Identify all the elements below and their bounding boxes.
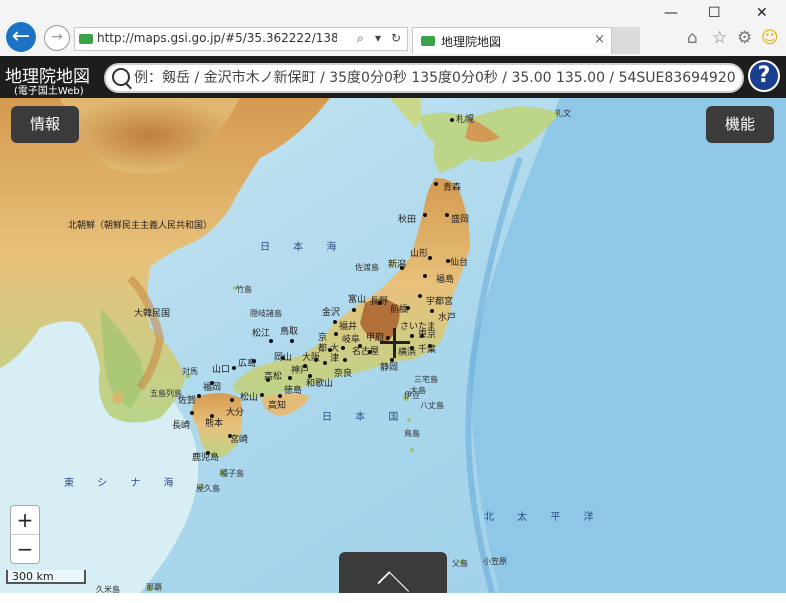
city-label-takamatsu: 高松	[264, 372, 283, 382]
city-label-kagoshima: 鹿児島	[192, 453, 220, 463]
city-label-kochi: 高知	[268, 401, 287, 411]
city-label-tottori: 鳥取	[280, 327, 299, 337]
city-label-yamaguchi: 山口	[212, 365, 231, 375]
forward-arrow-icon[interactable]: →	[44, 25, 70, 51]
sea-label-japan-sea: 日 本 海	[260, 242, 347, 253]
city-label-oita: 大分	[226, 408, 245, 418]
city-label-nagoya: 名古屋	[352, 347, 380, 357]
tab-close-icon[interactable]: ×	[594, 32, 605, 47]
refresh-icon[interactable]: ↻	[391, 31, 401, 45]
city-label-nara: 奈良	[334, 369, 353, 379]
map-center-crosshair-icon	[380, 328, 410, 358]
close-window-icon[interactable]: ✕	[756, 5, 768, 21]
minimize-icon[interactable]: —	[664, 5, 678, 21]
settings-gear-icon[interactable]: ⚙	[737, 28, 752, 48]
favorites-star-icon[interactable]: ☆	[712, 28, 727, 48]
home-icon[interactable]: ⌂	[687, 28, 698, 48]
country-label-japan: 日 本 国	[322, 412, 409, 423]
city-label-aomori: 青森	[443, 183, 462, 193]
label-ogasawara: 小笠原	[483, 557, 507, 566]
city-label-yamagata: 山形	[410, 249, 429, 259]
city-label-fukushima: 福島	[436, 275, 455, 285]
city-label-utsunomiya: 宇都宮	[426, 297, 454, 307]
city-label-matsue: 松江	[252, 329, 271, 339]
dropdown-icon[interactable]: ▾	[375, 31, 381, 45]
city-label-mito: 水戸	[438, 313, 457, 323]
city-label-kanazawa: 金沢	[322, 308, 341, 318]
zoom-out-button[interactable]: −	[11, 535, 39, 563]
site-favicon-icon	[79, 34, 93, 44]
zoom-control: + −	[10, 505, 40, 564]
map-canvas[interactable]: 日 本 海 日 本 国 東 シ ナ 海 北 太 平 洋 北朝鮮（朝鮮民主主義人民…	[0, 98, 786, 593]
app-logo-subtitle: (電子国土Web)	[14, 86, 84, 97]
city-label-matsuyama: 松山	[240, 393, 259, 403]
tab-gsi-map[interactable]: 地理院地図 ×	[412, 27, 612, 54]
label-tanegashima: 種子島	[220, 469, 244, 478]
sea-label-east-china-sea: 東 シ ナ 海	[64, 478, 184, 489]
address-url[interactable]: http://maps.gsi.go.jp/#5/35.362222/138.7…	[97, 31, 337, 45]
label-izu: 伊豆	[404, 391, 420, 400]
back-arrow-icon[interactable]: ←	[4, 20, 38, 54]
city-label-morioka: 盛岡	[451, 215, 470, 225]
city-label-niigata: 新潟	[388, 260, 407, 270]
tab-favicon-icon	[421, 36, 435, 46]
label-naha: 那覇	[146, 583, 162, 592]
city-label-okayama: 岡山	[274, 353, 293, 363]
browser-chrome: ← → http://maps.gsi.go.jp/#5/35.362222/1…	[0, 0, 786, 56]
city-label-shizuoka: 静岡	[380, 363, 399, 373]
city-label-hiroshima: 広島	[238, 359, 257, 369]
city-label-fukuoka: 福岡	[203, 383, 222, 393]
city-label-akita: 秋田	[398, 215, 417, 225]
new-tab-button[interactable]	[612, 27, 640, 54]
label-oki: 隠岐諸島	[250, 309, 282, 318]
city-label-nagasaki: 長崎	[172, 421, 191, 431]
country-label-north-korea: 北朝鮮（朝鮮民主主義人民共和国）	[68, 221, 213, 231]
country-label-south-korea: 大韓民国	[134, 309, 171, 319]
city-label-toyama: 富山	[348, 295, 367, 305]
city-label-kumamoto: 熊本	[205, 419, 224, 429]
chevron-up-icon	[377, 571, 410, 603]
label-torishima: 鳥島	[404, 429, 420, 438]
label-tsushima: 対馬	[182, 367, 198, 376]
tab-title: 地理院地図	[441, 35, 502, 49]
city-label-sapporo: 札幌	[456, 115, 475, 125]
city-label-fukui: 福井	[339, 322, 358, 332]
city-label-wakayama: 和歌山	[306, 379, 334, 389]
city-label-nagano: 長野	[370, 297, 389, 307]
label-hachijo: 八丈島	[420, 401, 444, 410]
sea-label-north-pacific: 北 太 平 洋	[484, 512, 604, 523]
label-takeshima: 竹島	[236, 285, 252, 294]
city-label-miyazaki: 宮崎	[230, 435, 249, 445]
maximize-icon[interactable]: ☐	[708, 5, 721, 21]
city-label-tokyo: 東京	[418, 330, 437, 340]
label-yakushima: 屋久島	[196, 484, 220, 493]
smiley-feedback-icon[interactable]: ☺	[761, 28, 779, 48]
search-input[interactable]	[134, 67, 738, 89]
city-label-chiba: 千葉	[418, 345, 437, 355]
label-chichijima: 父島	[452, 559, 468, 568]
label-sado: 佐渡島	[355, 263, 379, 272]
address-bar[interactable]: http://maps.gsi.go.jp/#5/35.362222/138.7…	[74, 27, 408, 51]
city-label-maebashi: 前橋	[390, 305, 409, 315]
info-button[interactable]: 情報	[11, 106, 79, 143]
help-question-icon[interactable]: ?	[748, 60, 780, 92]
place-search-box[interactable]	[104, 63, 744, 93]
search-icon[interactable]	[112, 68, 130, 86]
label-rebun: 礼文	[555, 109, 571, 118]
search-icon[interactable]: ⌕	[357, 31, 364, 46]
city-label-osaka: 大阪	[302, 353, 321, 363]
label-miyake: 三宅島	[414, 375, 438, 384]
function-button[interactable]: 機能	[706, 106, 774, 143]
label-kumejima: 久米島	[96, 585, 120, 593]
city-label-tokushima: 徳島	[284, 386, 303, 396]
city-label-sendai: 仙台	[450, 258, 469, 268]
scale-bar: 300 km	[6, 570, 86, 584]
zoom-in-button[interactable]: +	[11, 506, 39, 535]
city-label-tsu: 津	[330, 354, 340, 364]
label-goto: 五島列島	[150, 389, 182, 398]
expand-panel-button[interactable]	[339, 552, 447, 603]
city-label-kobe: 神戸	[291, 366, 310, 376]
